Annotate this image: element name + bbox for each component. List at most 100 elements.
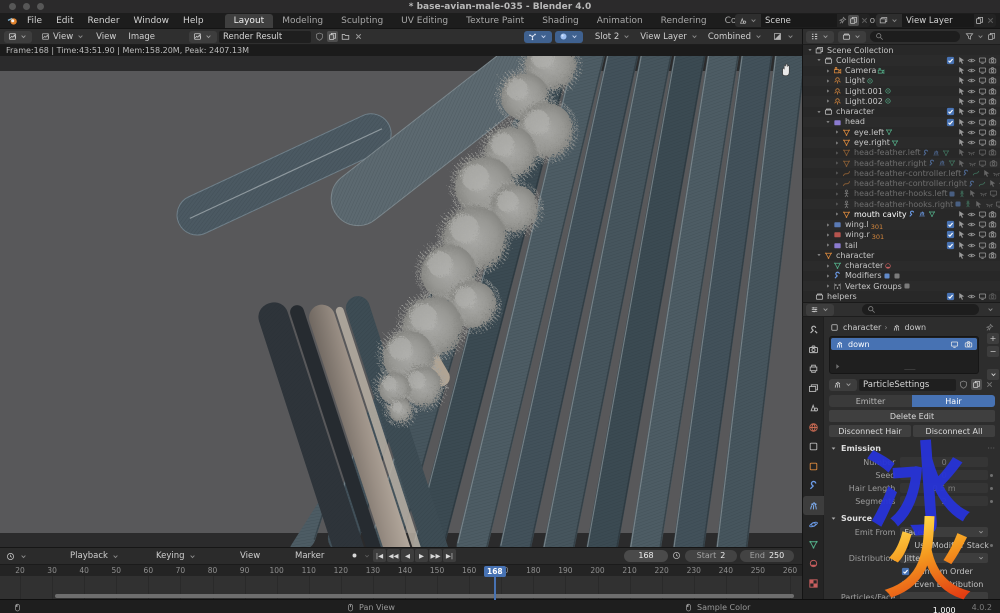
checkbox-checked[interactable]: [900, 566, 911, 577]
slot-dropdown[interactable]: Slot 2: [591, 31, 636, 42]
playhead-label[interactable]: 168: [484, 566, 506, 577]
expand-icon[interactable]: [833, 139, 841, 147]
play-reverse-button[interactable]: ◀: [401, 549, 414, 562]
hide-in-viewport-icon[interactable]: [966, 250, 977, 261]
disable-in-render-icon[interactable]: [987, 250, 998, 261]
list-grip[interactable]: ⸺: [904, 364, 916, 374]
playhead-line[interactable]: [494, 576, 496, 600]
expand-icon[interactable]: [833, 190, 841, 198]
render-icon[interactable]: [963, 339, 974, 350]
remove-view-layer-icon[interactable]: [985, 15, 996, 26]
image-name-field[interactable]: Render Result: [219, 31, 311, 43]
properties-search-input[interactable]: [862, 304, 979, 315]
expand-icon[interactable]: [833, 210, 841, 218]
filter-icon[interactable]: [964, 31, 975, 42]
timeline-tracks[interactable]: [0, 576, 802, 600]
scene-selector[interactable]: Scene: [735, 14, 870, 27]
editor-type-button[interactable]: [4, 31, 32, 43]
outliner-row-collection[interactable]: Collection: [803, 55, 1000, 65]
expand-icon[interactable]: [833, 169, 841, 177]
tab-shading[interactable]: Shading: [533, 14, 588, 28]
view-layer-name[interactable]: View Layer: [902, 14, 974, 27]
selectable-icon[interactable]: [973, 199, 984, 210]
particle-systems-list[interactable]: down ⸺: [829, 336, 979, 374]
pin-icon[interactable]: [837, 15, 848, 26]
properties-tab-world[interactable]: [803, 418, 824, 438]
delete-edit-button[interactable]: Delete Edit: [829, 410, 995, 422]
new-view-layer-icon[interactable]: [974, 15, 985, 26]
prev-keyframe-button[interactable]: ◀◀: [387, 549, 400, 562]
outliner-row-head-feather-hooks-right[interactable]: head-feather-hooks.right: [803, 199, 1000, 209]
properties-tab-wrench[interactable]: [803, 476, 824, 496]
properties-tab-render[interactable]: [803, 340, 824, 360]
timeline-scrollbar[interactable]: [55, 594, 794, 598]
new-collection-icon[interactable]: [986, 31, 997, 42]
properties-tab-physics[interactable]: [803, 515, 824, 535]
overlays-toggle[interactable]: [555, 31, 583, 43]
exclude-checkbox[interactable]: [945, 240, 956, 251]
menu-view[interactable]: View: [90, 32, 122, 42]
exclude-checkbox[interactable]: [945, 291, 956, 302]
expand-icon[interactable]: [833, 200, 841, 208]
outliner-row-light-001[interactable]: Light.001: [803, 86, 1000, 96]
outliner-row-head[interactable]: head: [803, 117, 1000, 127]
blender-logo-icon[interactable]: [6, 15, 20, 27]
jump-to-start-button[interactable]: |◀: [373, 549, 386, 562]
disable-in-viewport-icon[interactable]: [977, 250, 988, 261]
disable-in-viewport-icon[interactable]: [977, 291, 988, 302]
expand-icon[interactable]: [824, 87, 832, 95]
expand-icon[interactable]: [824, 282, 832, 290]
exclude-checkbox[interactable]: [945, 117, 956, 128]
expand-icon[interactable]: [824, 67, 832, 75]
menu-help[interactable]: Help: [176, 16, 211, 26]
play-button[interactable]: ▶: [415, 549, 428, 562]
outliner-row-camera[interactable]: Camera: [803, 66, 1000, 76]
display-mode-button[interactable]: [838, 31, 866, 43]
open-image-icon[interactable]: [340, 31, 351, 42]
new-settings-icon[interactable]: [971, 379, 982, 390]
hair-button[interactable]: Hair: [912, 395, 995, 407]
expand-icon[interactable]: [806, 46, 814, 54]
properties-tab-material[interactable]: [803, 554, 824, 574]
outliner-row-character[interactable]: character: [803, 261, 1000, 271]
dropdown-emit-from[interactable]: Faces: [900, 527, 988, 538]
disconnect-all-button[interactable]: Disconnect All: [913, 425, 995, 437]
expand-icon[interactable]: [824, 262, 832, 270]
field-hair-length[interactable]: 0.5 m: [900, 483, 988, 494]
outliner-row-head-feather-left[interactable]: head-feather.left: [803, 148, 1000, 158]
hide-in-viewport-icon[interactable]: [966, 291, 977, 302]
gizmos-toggle[interactable]: [524, 31, 552, 43]
menu-playback[interactable]: Playback: [70, 548, 121, 564]
tab-sculpting[interactable]: Sculpting: [332, 14, 392, 28]
chevron-down-icon[interactable]: [362, 551, 372, 561]
menu-edit[interactable]: Edit: [49, 16, 80, 26]
use-preview-range-icon[interactable]: [671, 550, 682, 561]
tab-texture-paint[interactable]: Texture Paint: [457, 14, 533, 28]
outliner-row-light-002[interactable]: Light.002: [803, 96, 1000, 106]
disable-in-viewport-icon[interactable]: [994, 199, 1000, 210]
outliner-row-head-feather-controller-right[interactable]: head-feather-controller.right: [803, 178, 1000, 188]
field-segments[interactable]: 2: [900, 496, 988, 507]
breadcrumb-data[interactable]: down: [905, 323, 927, 332]
fake-user-icon[interactable]: [314, 31, 325, 42]
menu-view-timeline[interactable]: View: [240, 548, 260, 564]
scene-name[interactable]: Scene: [761, 14, 837, 27]
breadcrumb-object[interactable]: character: [843, 323, 881, 332]
emitter-button[interactable]: Emitter: [829, 395, 912, 407]
settings-type-button[interactable]: [829, 379, 857, 391]
display-channels-dropdown[interactable]: [768, 31, 802, 42]
view-layer-selector[interactable]: View Layer: [876, 14, 996, 27]
timeline-ruler[interactable]: 2030405060708090100110120130140150160170…: [0, 564, 802, 576]
tab-rendering[interactable]: Rendering: [652, 14, 716, 28]
panel-header-emission[interactable]: Emission···: [829, 442, 995, 455]
outliner-row-mouth-cavity[interactable]: mouth cavity: [803, 209, 1000, 219]
menu-window[interactable]: Window: [127, 16, 177, 26]
properties-editor-button[interactable]: [806, 304, 834, 316]
unlink-settings-icon[interactable]: [984, 379, 995, 390]
outliner-row-light[interactable]: Light: [803, 76, 1000, 86]
jump-to-end-button[interactable]: ▶|: [443, 549, 456, 562]
panel-header-source[interactable]: Source: [829, 512, 995, 525]
expand-icon[interactable]: [824, 97, 832, 105]
menu-keying[interactable]: Keying: [156, 548, 198, 564]
pass-dropdown[interactable]: Combined: [704, 31, 768, 42]
